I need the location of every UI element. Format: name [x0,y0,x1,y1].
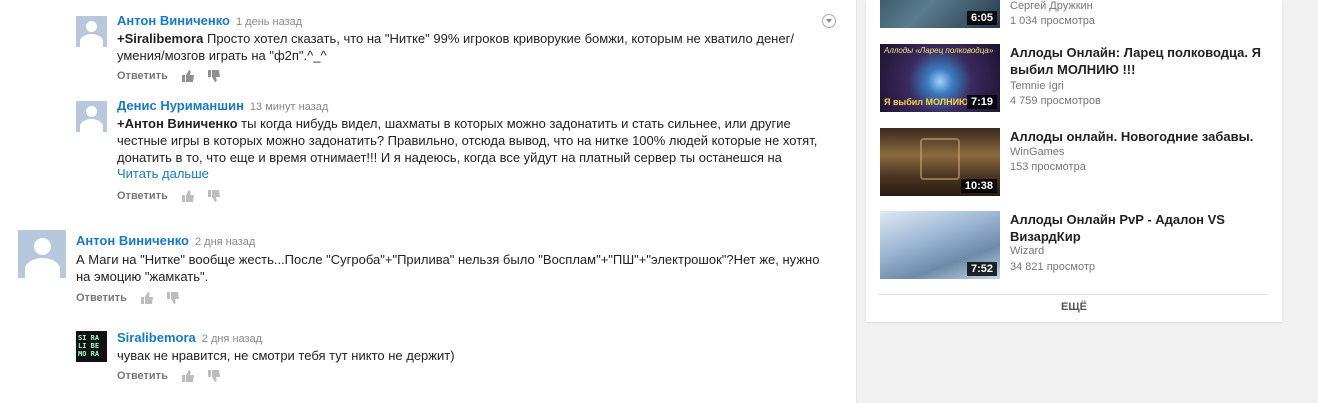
comment-body: ты когда нибудь видел, шахматы в которых… [237,116,791,131]
video-title[interactable]: Аллоды онлайн. Новогодние забавы. [1010,128,1270,145]
comment-time[interactable]: 2 дня назад [195,236,255,248]
thumbnail-caption-top: Аллоды «Ларец полководца» [884,46,994,55]
thumbs-down-icon[interactable] [207,190,220,202]
show-more-button[interactable]: ЕЩЁ [866,301,1282,313]
video-views: 4 759 просмотров [1010,95,1101,107]
thumbs-up-icon[interactable] [140,292,153,304]
video-duration: 6:05 [966,11,997,25]
video-thumbnail[interactable]: 10:38 [880,128,1000,196]
comment-actions: Ответить [76,292,179,304]
video-duration: 10:38 [960,179,997,193]
comment-time[interactable]: 2 дня назад [202,333,262,345]
comment-time[interactable]: 13 минут назад [250,101,328,113]
comment-author[interactable]: Денис Нуриманшин [117,98,244,113]
related-video[interactable]: 10:38 Аллоды онлайн. Новогодние забавы. … [880,128,1270,198]
reply-button[interactable]: Ответить [117,370,168,382]
avatar[interactable] [76,16,107,47]
video-views: 153 просмотра [1010,161,1086,173]
video-views: 1 034 просмотра [1010,15,1095,27]
related-video[interactable]: Аллоды «Ларец полководца» Я выбил МОЛНИЮ… [880,44,1270,114]
video-title[interactable]: Аллоды Онлайн: Ларец полководца. Я выбил… [1010,44,1270,78]
video-channel[interactable]: Сергей Дружкин [1010,0,1093,12]
comment-text: +Антон Виниченко ты когда нибудь видел, … [117,115,837,166]
related-videos-panel: 6:05 Сергей Дружкин 1 034 просмотра Алло… [866,0,1282,322]
comment-header: Siralibemora 2 дня назад [117,330,262,345]
thumbs-down-icon[interactable] [207,370,220,382]
comment-text: +Siralibemora Просто хотел сказать, что … [117,30,817,64]
avatar[interactable]: SI RA LI BE MO RA [76,331,107,362]
reply-button[interactable]: Ответить [76,292,127,304]
comment-body-line2: честные игры в которых можно задонатить?… [117,133,818,148]
related-video[interactable]: 7:52 Аллоды Онлайн PvP - Адалон VS Визар… [880,211,1270,281]
avatar[interactable] [76,101,107,132]
comment-header: Денис Нуриманшин 13 минут назад [117,98,328,113]
comments-panel: Антон Виниченко 1 день назад +Siralibemor… [0,0,857,403]
video-thumbnail[interactable]: 7:52 [880,211,1000,279]
thumbs-up-icon[interactable] [181,190,194,202]
thumbs-down-icon[interactable] [207,70,220,82]
video-views: 34 821 просмотр [1010,261,1095,273]
thumbs-up-icon[interactable] [181,70,194,82]
comment-body: Просто хотел сказать, что на "Нитке" 99%… [203,31,794,46]
thumbnail-caption-bottom: Я выбил МОЛНИЮ [884,97,969,107]
comment-header: Антон Виниченко 2 дня назад [76,233,255,248]
comment-body-line2: на эмоцию "жамкать". [76,269,209,284]
comment-text: А Маги на "Нитке" вообще жесть...После "… [76,251,846,285]
video-duration: 7:19 [966,95,997,109]
comment-mention[interactable]: +Siralibemora [117,31,203,46]
reply-button[interactable]: Ответить [117,190,168,202]
video-duration: 7:52 [966,262,997,276]
video-thumbnail[interactable]: Аллоды «Ларец полководца» Я выбил МОЛНИЮ… [880,44,1000,112]
comment-body-line2: умения/мозгов играть на "ф2п".^_^ [117,48,327,63]
video-channel[interactable]: WinGames [1010,146,1064,158]
comment-author[interactable]: Антон Виниченко [117,13,230,28]
thumbs-up-icon[interactable] [181,370,194,382]
related-video[interactable]: 6:05 Сергей Дружкин 1 034 просмотра [880,0,1270,30]
comment-author[interactable]: Антон Виниченко [76,233,189,248]
divider [878,294,1268,295]
video-thumbnail[interactable]: 6:05 [880,0,1000,28]
comment-text: чувак не нравится, не смотри тебя тут ни… [117,347,817,364]
avatar[interactable] [18,230,66,278]
thumbs-down-icon[interactable] [166,292,179,304]
read-more-link[interactable]: Читать дальше [117,166,209,181]
video-title[interactable]: Аллоды Онлайн PvP - Адалон VS ВизардКир [1010,211,1270,245]
comment-mention[interactable]: +Антон Виниченко [117,116,238,131]
comment-actions: Ответить [117,70,220,82]
comment-actions: Ответить [117,190,220,202]
comment-menu-icon[interactable] [822,14,836,28]
comment-body-line3: донатить в то, что еще и время отнимает!… [117,150,782,165]
comment-author[interactable]: Siralibemora [117,330,196,345]
thumbnail-artwork [920,138,960,180]
video-channel[interactable]: Temnie Igri [1010,80,1064,92]
reply-button[interactable]: Ответить [117,70,168,82]
comment-actions: Ответить [117,370,220,382]
comment-body: чувак не нравится, не смотри тебя тут ни… [117,348,455,363]
comment-body: А Маги на "Нитке" вообще жесть...После "… [76,252,820,267]
comment-time[interactable]: 1 день назад [236,16,302,28]
comment-header: Антон Виниченко 1 день назад [117,13,302,28]
avatar-logo-text: SI RA LI BE MO RA [78,334,100,358]
video-channel[interactable]: Wizard [1010,245,1044,257]
